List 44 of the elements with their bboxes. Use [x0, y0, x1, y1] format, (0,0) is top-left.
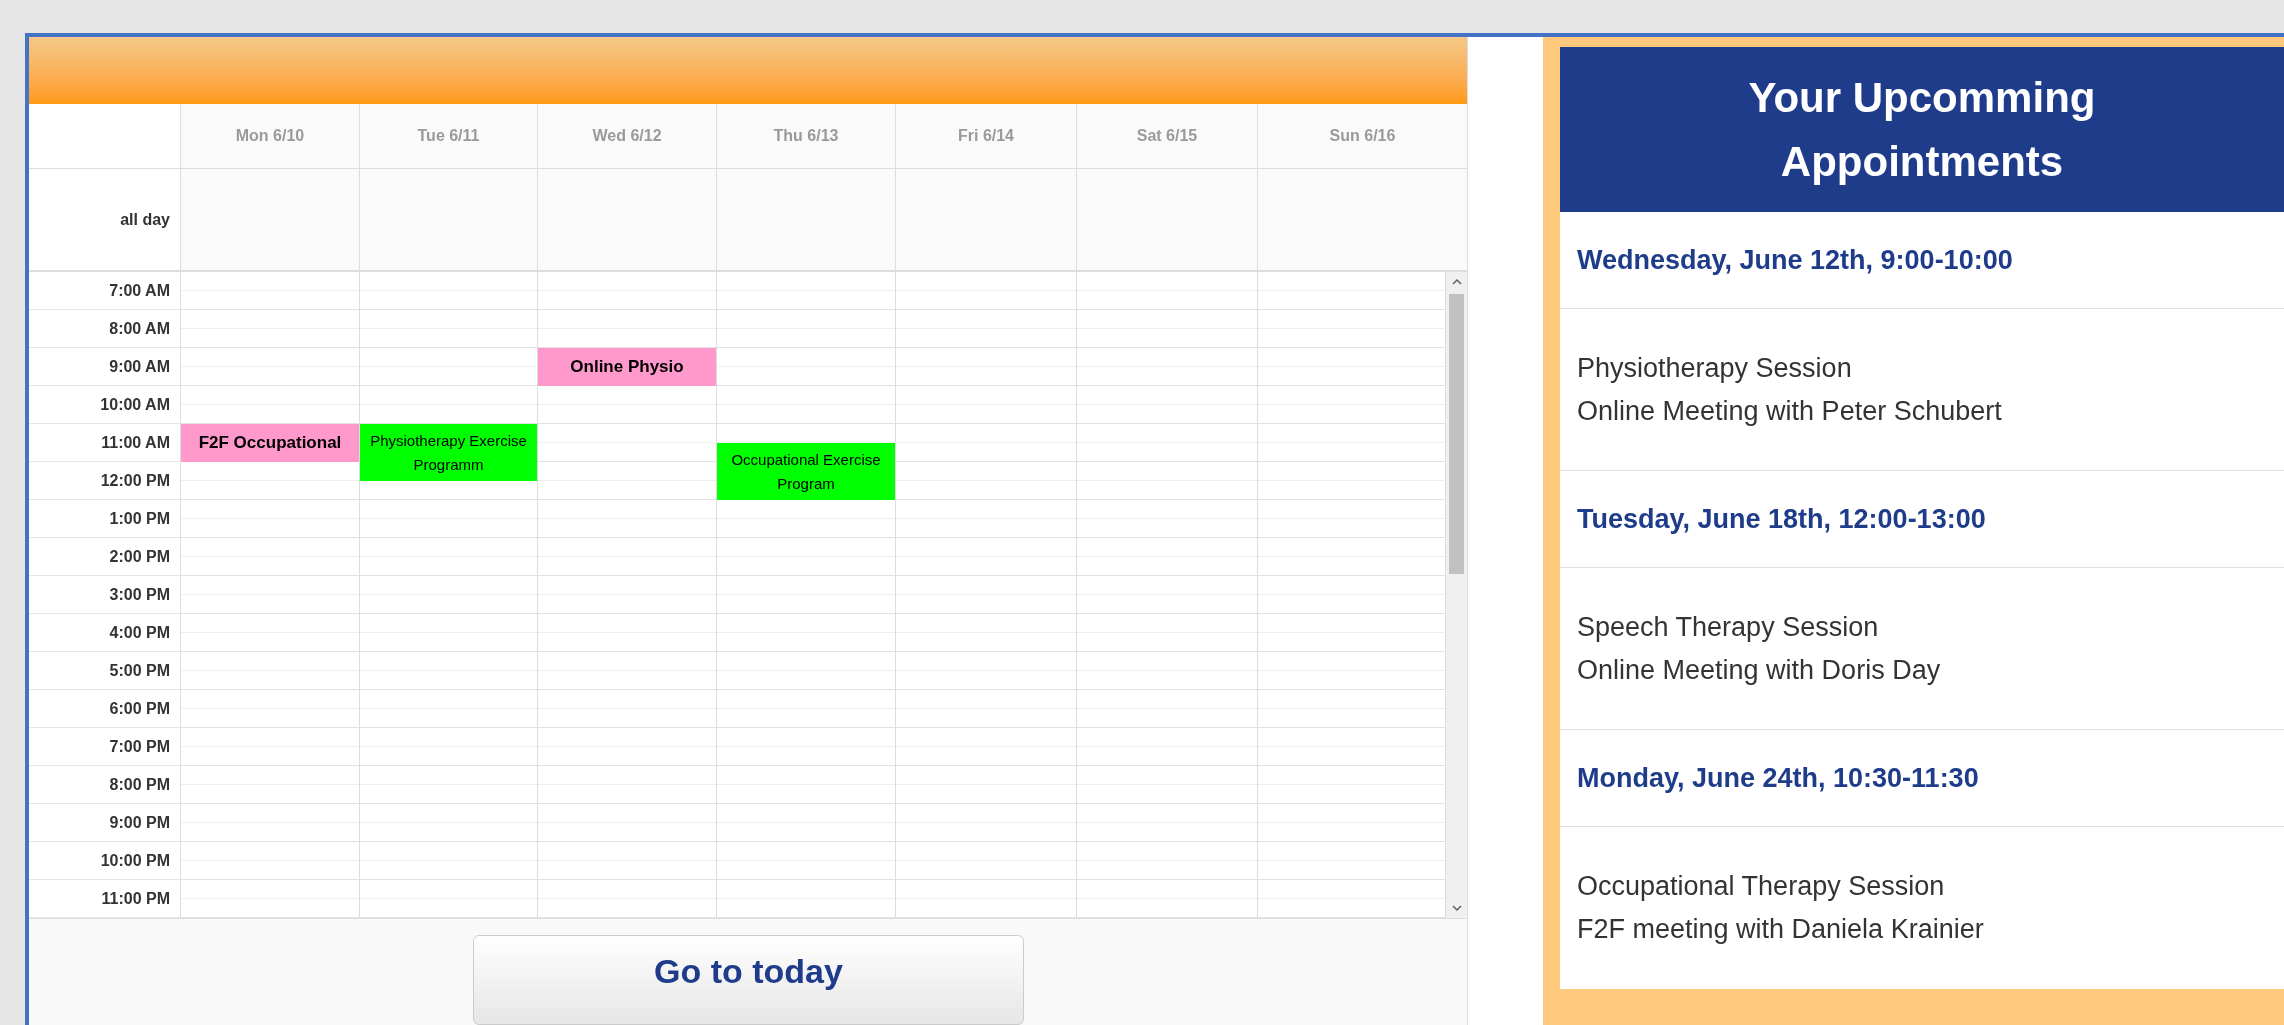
scroll-up-icon[interactable]	[1451, 278, 1462, 286]
calendar-event[interactable]: Physiotherapy Exercise Programm	[360, 424, 537, 481]
day-header: Sat 6/15	[1077, 104, 1258, 169]
appointment-date: Monday, June 24th, 10:30-11:30	[1577, 761, 1979, 795]
scroll-down-icon[interactable]	[1451, 904, 1462, 912]
time-label: 6:00 PM	[109, 698, 170, 719]
day-header: Mon 6/10	[181, 104, 360, 169]
day-header: Tue 6/11	[360, 104, 538, 169]
day-header: Fri 6/14	[896, 104, 1077, 169]
time-label: 3:00 PM	[109, 584, 170, 605]
all-day-label: all day	[120, 209, 170, 230]
time-label: 11:00 AM	[101, 432, 170, 453]
time-label: 7:00 AM	[109, 280, 170, 301]
time-label: 7:00 PM	[109, 736, 170, 757]
time-label: 8:00 PM	[109, 774, 170, 795]
appointment-detail: F2F meeting with Daniela Krainier	[1577, 913, 1985, 946]
appointment-detail: Online Meeting with Doris Day	[1577, 653, 1942, 687]
day-header: Sun 6/16	[1258, 104, 1467, 169]
time-label: 2:00 PM	[109, 546, 170, 567]
scrollbar-thumb[interactable]	[1449, 294, 1464, 574]
time-label: 12:00 PM	[100, 470, 170, 491]
appointment-date: Wednesday, June 12th, 9:00-10:00	[1577, 243, 2013, 277]
calendar-event[interactable]: Occupational Exercise Program	[717, 443, 895, 500]
day-header: Wed 6/12	[538, 104, 717, 169]
time-label: 10:00 PM	[100, 850, 170, 871]
scrollbar[interactable]	[1446, 272, 1467, 918]
appointment-detail: Physiotherapy Session	[1577, 351, 1853, 385]
calendar-event[interactable]: Online Physio	[538, 348, 716, 386]
appointments-title: Your Upcomming Appointments	[1747, 72, 2097, 187]
time-label: 5:00 PM	[109, 660, 170, 681]
time-label: 9:00 PM	[109, 812, 170, 833]
time-label: 10:00 AM	[100, 394, 170, 415]
day-header: Thu 6/13	[717, 104, 896, 169]
appointment-date: Tuesday, June 18th, 12:00-13:00	[1577, 502, 1986, 536]
calendar-event[interactable]: F2F Occupational	[181, 424, 359, 462]
time-label: 9:00 AM	[109, 356, 170, 377]
time-label: 8:00 AM	[109, 318, 170, 339]
appointment-detail: Speech Therapy Session	[1577, 610, 1880, 644]
appointment-detail: Online Meeting with Peter Schubert	[1577, 394, 2003, 428]
time-label: 1:00 PM	[109, 508, 170, 529]
time-label: 11:00 PM	[101, 888, 170, 909]
time-label: 4:00 PM	[109, 622, 170, 643]
today-button[interactable]: Go to today	[473, 935, 1024, 1025]
appointment-detail: Occupational Therapy Session	[1577, 870, 1946, 903]
